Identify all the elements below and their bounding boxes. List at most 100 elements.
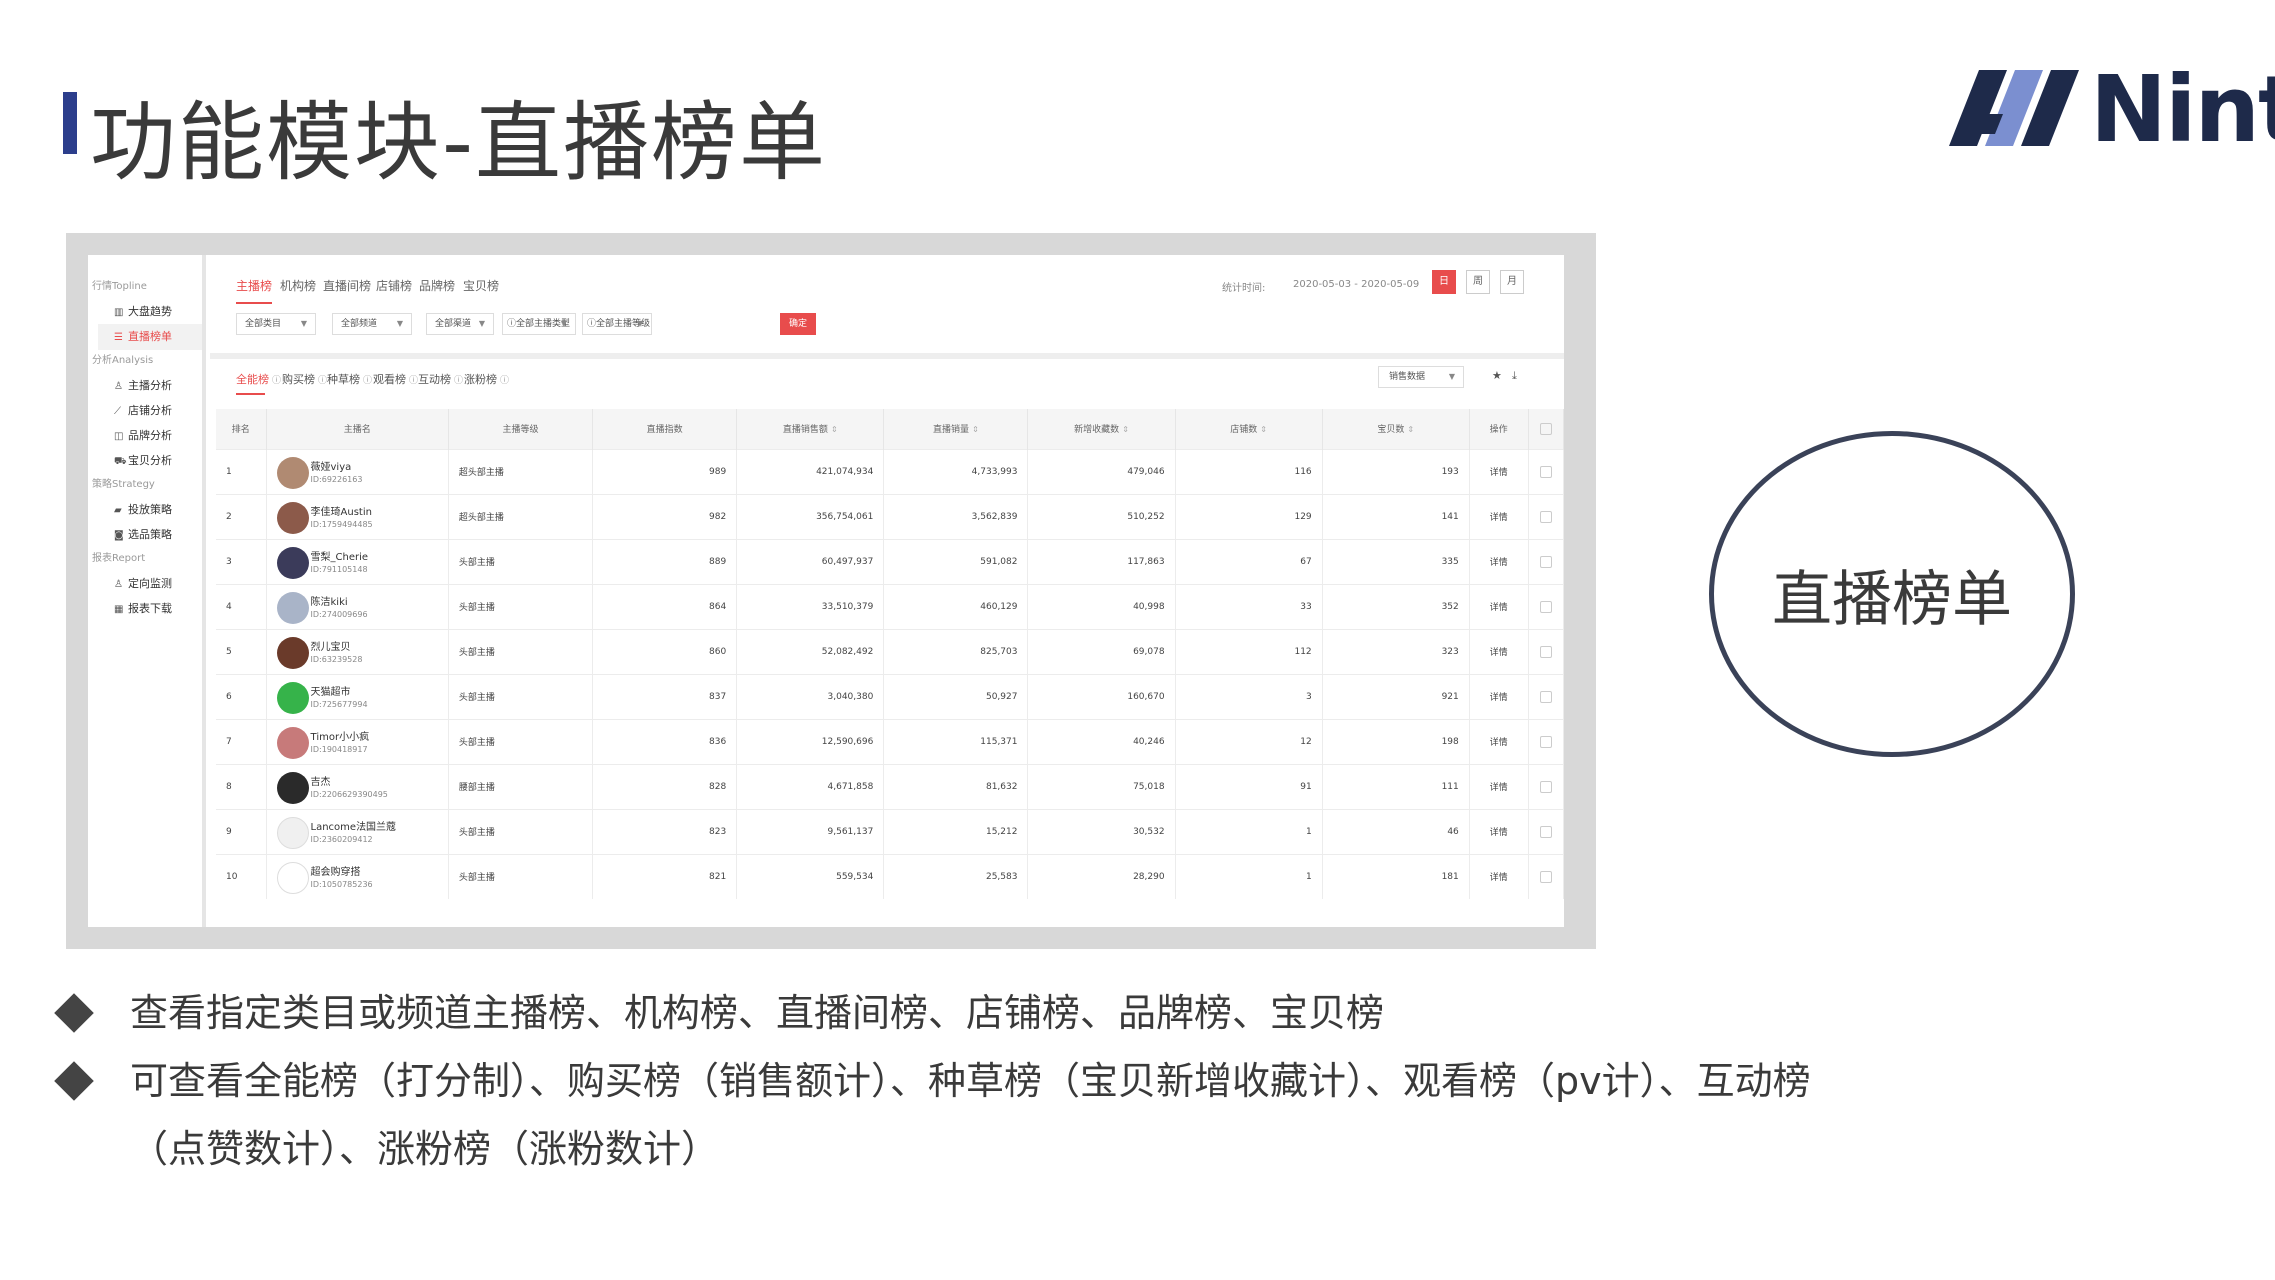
- tab-2[interactable]: 机构榜: [280, 277, 316, 294]
- anchor-cell[interactable]: 烈儿宝贝 ID:63239528: [266, 628, 449, 674]
- column-header[interactable]: 直播销量 ⇕: [883, 409, 1029, 449]
- tab-6[interactable]: 宝贝榜: [463, 277, 499, 294]
- column-header[interactable]: 直播销售额 ⇕: [736, 409, 885, 449]
- row-checkbox[interactable]: [1539, 555, 1552, 568]
- tab-1[interactable]: 主播榜: [236, 277, 273, 304]
- detail-link[interactable]: 详情: [1469, 763, 1529, 809]
- table-row[interactable]: 6 天猫超市 ID:725677994 头部主播 837 3,040,380 50,927 1…: [216, 673, 1565, 719]
- anchor-name[interactable]: Lancome法国兰蔻: [311, 818, 448, 833]
- detail-link[interactable]: 详情: [1469, 853, 1529, 899]
- anchor-cell[interactable]: 超会购穿搭 ID:1050785236: [266, 853, 449, 899]
- filter-select[interactable]: 全部频道 ▼: [332, 313, 412, 335]
- column-header[interactable]: 店铺数 ⇕: [1175, 409, 1323, 449]
- anchor-cell[interactable]: 李佳琦Austin ID:1759494485: [266, 493, 449, 539]
- row-checkbox[interactable]: [1539, 510, 1552, 523]
- sort-icon[interactable]: ⇕: [1260, 425, 1267, 434]
- sidebar-item[interactable]: ◙ 选品策略: [98, 522, 202, 548]
- row-select-cell[interactable]: [1528, 718, 1565, 764]
- sort-icon[interactable]: ⇕: [1407, 425, 1414, 434]
- select-all-checkbox[interactable]: [1539, 422, 1552, 435]
- row-select-cell[interactable]: [1528, 673, 1565, 719]
- detail-link[interactable]: 详情: [1469, 538, 1529, 584]
- anchor-cell[interactable]: Lancome法国兰蔻 ID:2360209412: [266, 808, 449, 854]
- detail-link[interactable]: 详情: [1469, 583, 1529, 629]
- table-row[interactable]: 1 薇娅viya ID:69226163 超头部主播 989 421,074,934 4,7…: [216, 448, 1565, 494]
- table-row[interactable]: 2 李佳琦Austin ID:1759494485 超头部主播 982 356,754,0…: [216, 493, 1565, 539]
- star-icon[interactable]: ★: [1492, 369, 1502, 382]
- row-select-cell[interactable]: [1528, 493, 1565, 539]
- table-row[interactable]: 9 Lancome法国兰蔻 ID:2360209412 头部主播 823 9,561,13…: [216, 808, 1565, 854]
- subtab-2[interactable]: 购买榜 ⓘ: [282, 371, 327, 387]
- filter-select[interactable]: ⓘ全部主播类型 ▼: [502, 313, 576, 335]
- row-checkbox[interactable]: [1539, 870, 1552, 883]
- download-icon[interactable]: ⤓: [1512, 369, 1517, 383]
- date-range[interactable]: 2020-05-03 - 2020-05-09: [1293, 279, 1419, 290]
- anchor-name[interactable]: 薇娅viya: [311, 458, 448, 473]
- table-row[interactable]: 8 吉杰 ID:2206629390495 腰部主播 828 4,671,858 81,63…: [216, 763, 1565, 809]
- anchor-name[interactable]: 吉杰: [311, 773, 448, 788]
- subtab-1[interactable]: 全能榜 ⓘ: [236, 371, 281, 395]
- row-checkbox[interactable]: [1539, 600, 1552, 613]
- detail-link[interactable]: 详情: [1469, 448, 1529, 494]
- anchor-cell[interactable]: 薇娅viya ID:69226163: [266, 448, 449, 494]
- anchor-name[interactable]: 超会购穿搭: [311, 863, 448, 878]
- sidebar-item[interactable]: ▰ 投放策略: [98, 497, 202, 523]
- anchor-cell[interactable]: 雪梨_Cherie ID:791105148: [266, 538, 449, 584]
- sidebar-item[interactable]: ♙ 定向监测: [98, 571, 202, 597]
- period-month-button[interactable]: 月: [1500, 270, 1524, 294]
- anchor-cell[interactable]: 天猫超市 ID:725677994: [266, 673, 449, 719]
- row-checkbox[interactable]: [1539, 645, 1552, 658]
- detail-link[interactable]: 详情: [1469, 628, 1529, 674]
- detail-link[interactable]: 详情: [1469, 493, 1529, 539]
- tab-5[interactable]: 品牌榜: [419, 277, 455, 294]
- select-all-cell[interactable]: [1528, 409, 1565, 449]
- anchor-name[interactable]: 雪梨_Cherie: [311, 548, 448, 563]
- tab-4[interactable]: 店铺榜: [376, 277, 412, 294]
- row-checkbox[interactable]: [1539, 465, 1552, 478]
- table-row[interactable]: 3 雪梨_Cherie ID:791105148 头部主播 889 60,497,937 5…: [216, 538, 1565, 584]
- anchor-cell[interactable]: 陈洁kiki ID:274009696: [266, 583, 449, 629]
- subtab-3[interactable]: 种草榜 ⓘ: [327, 371, 372, 387]
- period-day-button[interactable]: 日: [1432, 270, 1456, 294]
- sidebar-item[interactable]: ♙ 主播分析: [98, 373, 202, 399]
- detail-link[interactable]: 详情: [1469, 808, 1529, 854]
- anchor-name[interactable]: 陈洁kiki: [311, 593, 448, 608]
- sidebar-item[interactable]: ⛟宝贝分析: [98, 448, 202, 474]
- row-checkbox[interactable]: [1539, 825, 1552, 838]
- row-select-cell[interactable]: [1528, 448, 1565, 494]
- anchor-name[interactable]: 烈儿宝贝: [311, 638, 448, 653]
- filter-select[interactable]: ⓘ全部主播等级 ▼: [582, 313, 652, 335]
- detail-link[interactable]: 详情: [1469, 718, 1529, 764]
- row-select-cell[interactable]: [1528, 538, 1565, 584]
- sidebar-item[interactable]: ☰ 直播榜单: [98, 324, 202, 350]
- row-select-cell[interactable]: [1528, 628, 1565, 674]
- row-select-cell[interactable]: [1528, 583, 1565, 629]
- metric-select[interactable]: 销售数据 ▼: [1378, 366, 1464, 388]
- anchor-name[interactable]: 李佳琦Austin: [311, 503, 448, 518]
- detail-link[interactable]: 详情: [1469, 673, 1529, 719]
- sort-icon[interactable]: ⇕: [972, 425, 979, 434]
- row-checkbox[interactable]: [1539, 780, 1552, 793]
- sidebar-item[interactable]: ▦ 报表下载: [98, 596, 202, 622]
- anchor-name[interactable]: 天猫超市: [311, 683, 448, 698]
- row-checkbox[interactable]: [1539, 735, 1552, 748]
- subtab-5[interactable]: 互动榜 ⓘ: [418, 371, 463, 387]
- sidebar-item[interactable]: ◫ 品牌分析: [98, 423, 202, 449]
- subtab-4[interactable]: 观看榜 ⓘ: [373, 371, 418, 387]
- row-select-cell[interactable]: [1528, 853, 1565, 899]
- confirm-button[interactable]: 确定: [780, 313, 816, 335]
- tab-3[interactable]: 直播间榜: [323, 277, 371, 294]
- sidebar-item[interactable]: ⟋ 店铺分析: [98, 398, 202, 424]
- filter-select[interactable]: 全部渠道 ▼: [426, 313, 494, 335]
- period-week-button[interactable]: 周: [1466, 270, 1490, 294]
- sort-icon[interactable]: ⇕: [831, 425, 838, 434]
- table-row[interactable]: 4 陈洁kiki ID:274009696 头部主播 864 33,510,379 460,…: [216, 583, 1565, 629]
- table-row[interactable]: 5 烈儿宝贝 ID:63239528 头部主播 860 52,082,492 825,703…: [216, 628, 1565, 674]
- subtab-6[interactable]: 涨粉榜 ⓘ: [464, 371, 509, 387]
- row-select-cell[interactable]: [1528, 763, 1565, 809]
- table-row[interactable]: 7 Timor小小疯 ID:190418917 头部主播 836 12,590,696 11…: [216, 718, 1565, 764]
- filter-select[interactable]: 全部类目 ▼: [236, 313, 316, 335]
- row-select-cell[interactable]: [1528, 808, 1565, 854]
- column-header[interactable]: 新增收藏数 ⇕: [1027, 409, 1176, 449]
- anchor-cell[interactable]: Timor小小疯 ID:190418917: [266, 718, 449, 764]
